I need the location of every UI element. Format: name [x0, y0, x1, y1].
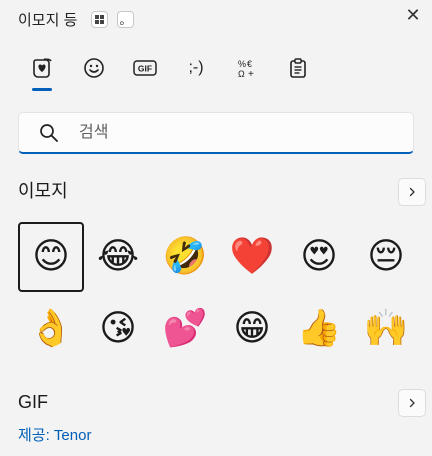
svg-text:GIF: GIF: [138, 64, 152, 74]
symbols-icon: % € Ω +: [238, 59, 254, 79]
emoji-thumbs-up[interactable]: 👍: [286, 294, 352, 364]
emoji-rolling-laughing[interactable]: 🤣: [152, 222, 218, 292]
heart-face-icon: [33, 58, 52, 78]
search-input[interactable]: [77, 120, 401, 146]
gif-provider-link[interactable]: 제공: Tenor: [18, 424, 91, 445]
title-bar: 이모지 등 。 ✕: [0, 0, 432, 40]
category-tabs: GIF ;-) % € Ω +: [18, 50, 418, 98]
svg-text:Ω: Ω: [238, 69, 245, 79]
svg-text:+: +: [248, 69, 254, 79]
gif-icon: GIF: [133, 60, 157, 76]
emoji-red-heart[interactable]: ❤️: [219, 222, 285, 292]
windows-key-icon: [91, 11, 108, 28]
emoji-tears-of-joy[interactable]: 😂: [85, 222, 151, 292]
tab-clipboard[interactable]: [278, 50, 318, 86]
chevron-right-icon: [409, 398, 415, 408]
tab-kaomoji[interactable]: ;-): [176, 50, 216, 86]
gif-section-title: GIF: [18, 392, 48, 412]
emoji-smiling-face[interactable]: 😊: [18, 222, 84, 292]
emoji-beaming-face[interactable]: 😁: [219, 294, 285, 364]
kaomoji-label: ;-): [188, 59, 204, 76]
emoji-blowing-kiss[interactable]: 😘: [85, 294, 151, 364]
emoji-ok-hand[interactable]: 👌: [18, 294, 84, 364]
close-icon: ✕: [405, 4, 421, 25]
active-tab-indicator: [32, 88, 52, 91]
tab-symbols[interactable]: % € Ω +: [227, 50, 267, 86]
gif-section-more-button[interactable]: [398, 389, 426, 417]
clipboard-icon: [290, 58, 306, 78]
emoji-two-hearts[interactable]: 💕: [152, 294, 218, 364]
tab-smiley[interactable]: [74, 50, 114, 86]
search-icon: [40, 124, 58, 142]
emoji-pensive-face[interactable]: 😔: [353, 222, 419, 292]
svg-text:€: €: [247, 59, 252, 69]
emoji-heart-eyes[interactable]: 😍: [286, 222, 352, 292]
svg-text:%: %: [238, 59, 246, 69]
chevron-right-icon: [409, 187, 415, 197]
tab-gif[interactable]: GIF: [125, 50, 165, 86]
window-title: 이모지 등: [18, 12, 78, 29]
smiley-icon: [84, 58, 104, 78]
close-button[interactable]: ✕: [398, 0, 428, 30]
period-key-hint: 。: [117, 11, 134, 28]
emoji-raising-hands[interactable]: 🙌: [353, 294, 419, 364]
search-box: [18, 112, 414, 154]
emoji-section-more-button[interactable]: [398, 178, 426, 206]
emoji-section-title: 이모지: [18, 181, 68, 201]
tab-emoji[interactable]: [22, 50, 62, 86]
